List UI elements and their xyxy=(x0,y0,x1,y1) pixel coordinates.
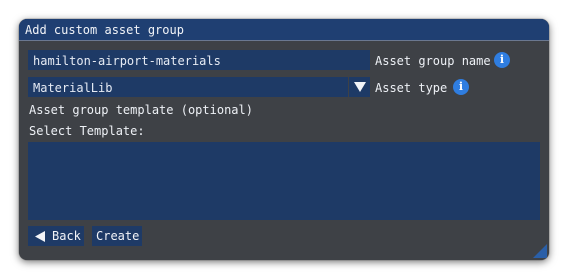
dialog-titlebar[interactable]: Add custom asset group xyxy=(19,19,549,41)
asset-group-name-label: Asset group name xyxy=(375,54,491,68)
template-optional-label: Asset group template (optional) xyxy=(29,103,253,117)
asset-type-select[interactable]: MaterialLib xyxy=(28,77,348,97)
asset-type-label: Asset type xyxy=(375,81,448,95)
asset-type-value: MaterialLib xyxy=(33,81,113,95)
info-icon[interactable]: i xyxy=(494,52,510,68)
asset-group-name-value: hamilton-airport-materials xyxy=(33,54,221,68)
asset-type-dropdown-button[interactable] xyxy=(348,77,370,97)
resize-grip-icon[interactable] xyxy=(533,244,547,258)
arrow-left-icon xyxy=(35,231,45,242)
add-asset-group-dialog: Add custom asset group hamilton-airport-… xyxy=(19,19,549,260)
asset-group-name-input[interactable]: hamilton-airport-materials xyxy=(28,50,370,70)
chevron-down-icon xyxy=(354,82,366,92)
back-button[interactable]: Back xyxy=(28,226,84,246)
dialog-title: Add custom asset group xyxy=(25,23,184,37)
create-button[interactable]: Create xyxy=(92,226,142,246)
template-list[interactable] xyxy=(28,142,540,220)
back-button-label: Back xyxy=(52,229,81,243)
select-template-label: Select Template: xyxy=(29,124,145,138)
info-icon[interactable]: i xyxy=(453,79,469,95)
create-button-label: Create xyxy=(96,229,140,243)
